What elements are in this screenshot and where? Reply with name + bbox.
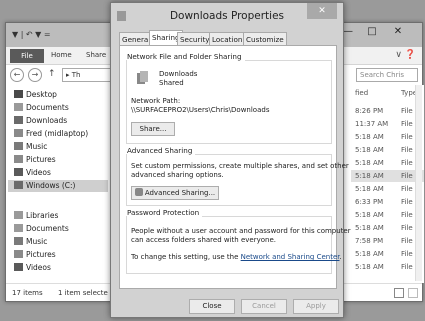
music-icon <box>14 142 23 150</box>
nav-item-windows-c[interactable]: Windows (C:) <box>8 180 108 192</box>
tab-location[interactable]: Location <box>209 32 246 46</box>
cancel-button[interactable]: Cancel <box>241 299 287 314</box>
column-header-date-modified[interactable]: fied <box>355 89 368 97</box>
nav-item-lib-videos[interactable]: Videos <box>14 262 51 274</box>
folder-name: Downloads <box>159 70 198 78</box>
group-title: Network File and Folder Sharing <box>127 52 245 61</box>
advanced-sharing-group: Advanced Sharing Set custom permissions,… <box>126 146 349 206</box>
drive-icon <box>14 181 23 189</box>
maximize-icon[interactable]: □ <box>360 23 384 41</box>
password-protection-group: Password Protection People without a use… <box>126 208 351 274</box>
music-icon <box>14 237 23 245</box>
selection-count: 1 item selecte <box>58 289 108 297</box>
shield-icon <box>134 188 143 196</box>
ribbon-tab-file[interactable]: File <box>10 49 44 63</box>
nav-item-desktop[interactable]: Desktop <box>14 89 57 101</box>
nav-item-libraries[interactable]: Libraries <box>14 210 58 222</box>
close-icon[interactable]: ✕ <box>386 23 410 41</box>
videos-icon <box>14 168 23 176</box>
nav-item-music[interactable]: Music <box>14 141 47 153</box>
vertical-scrollbar[interactable] <box>415 85 422 281</box>
table-row[interactable]: 6:33 PM File f <box>351 196 424 208</box>
password-description-line2: can access folders shared with everyone. <box>131 236 276 244</box>
share-button[interactable]: Share... <box>131 122 175 136</box>
nav-item-documents[interactable]: Documents <box>14 102 69 114</box>
network-path: \\SURFACEPRO2\Users\Chris\Downloads <box>131 106 270 114</box>
advanced-description-line1: Set custom permissions, create multiple … <box>131 162 349 170</box>
table-row[interactable]: 5:18 AM File f <box>351 248 424 260</box>
forward-arrow-icon[interactable]: → <box>28 68 42 82</box>
table-row[interactable]: 5:18 AM File f <box>351 261 424 273</box>
properties-dialog: Downloads Properties ✕ General Sharing S… <box>110 2 351 318</box>
pictures-icon <box>14 250 23 258</box>
advanced-description-line2: advanced sharing options. <box>131 171 224 179</box>
table-row[interactable]: 5:18 AM File f <box>351 144 424 156</box>
table-row[interactable]: 5:18 AM File f <box>351 157 424 169</box>
table-row[interactable]: 5:18 AM File f <box>351 131 424 143</box>
sharing-panel: Network File and Folder Sharing Download… <box>119 45 351 289</box>
documents-icon <box>14 224 23 232</box>
close-button[interactable]: Close <box>189 299 235 314</box>
quick-access-toolbar[interactable]: ▼ | ↶ ▼ = <box>12 30 51 39</box>
table-row[interactable]: 5:18 AM File f <box>351 209 424 221</box>
help-icon[interactable]: ∨ ❓ <box>395 50 416 60</box>
details-view-icon[interactable] <box>394 288 404 298</box>
nav-item-downloads[interactable]: Downloads <box>14 115 67 127</box>
libraries-icon <box>14 211 23 219</box>
table-row[interactable]: 5:18 AM File f <box>351 183 424 195</box>
close-icon[interactable]: ✕ <box>307 3 337 19</box>
large-icons-view-icon[interactable] <box>408 288 418 298</box>
pictures-icon <box>14 155 23 163</box>
search-input[interactable]: Search Chris <box>356 68 418 82</box>
nav-item-lib-music[interactable]: Music <box>14 236 47 248</box>
table-row[interactable]: 11:37 AM File f <box>351 118 424 130</box>
item-count: 17 items <box>12 289 43 297</box>
advanced-sharing-button[interactable]: Advanced Sharing... <box>131 186 219 200</box>
folder-icon <box>14 129 23 137</box>
file-list: fied Type 8:26 PM File f 11:37 AM File f 5… <box>351 85 424 283</box>
videos-icon <box>14 263 23 271</box>
group-title: Advanced Sharing <box>127 146 196 155</box>
downloads-icon <box>14 116 23 124</box>
nav-item-lib-pictures[interactable]: Pictures <box>14 249 56 261</box>
network-path-label: Network Path: <box>131 97 181 105</box>
apply-button[interactable]: Apply <box>293 299 339 314</box>
back-arrow-icon[interactable]: ← <box>10 68 24 82</box>
table-row[interactable]: 8:26 PM File f <box>351 105 424 117</box>
network-sharing-group: Network File and Folder Sharing Download… <box>126 52 332 144</box>
password-change-text: To change this setting, use the Network … <box>131 253 342 261</box>
documents-icon <box>14 103 23 111</box>
password-description-line1: People without a user account and passwo… <box>131 227 351 235</box>
navigation-pane: Desktop Documents Downloads Fred (midlap… <box>6 85 111 283</box>
address-bar[interactable]: ▸ Th <box>62 68 114 82</box>
group-title: Password Protection <box>127 208 203 217</box>
table-row[interactable]: 5:18 AM File f <box>351 222 424 234</box>
table-row[interactable]: 7:58 PM File f <box>351 235 424 247</box>
nav-item-pictures[interactable]: Pictures <box>14 154 56 166</box>
network-sharing-center-link[interactable]: Network and Sharing Center <box>241 253 340 261</box>
nav-item-videos[interactable]: Videos <box>14 167 51 179</box>
ribbon-tab-home[interactable]: Home <box>51 51 72 59</box>
tab-security[interactable]: Security <box>177 32 213 46</box>
desktop-icon <box>14 90 23 98</box>
ribbon-tab-share[interactable]: Share <box>86 51 106 59</box>
folder-share-state: Shared <box>159 79 184 87</box>
table-row[interactable]: 5:18 AM File f <box>351 170 424 182</box>
tab-customize[interactable]: Customize <box>243 32 287 46</box>
shared-folder-icon <box>137 71 148 84</box>
nav-item-lib-documents[interactable]: Documents <box>14 223 69 235</box>
nav-item-fred-midlaptop[interactable]: Fred (midlaptop) <box>14 128 88 140</box>
up-arrow-icon[interactable]: ↑ <box>48 69 56 79</box>
